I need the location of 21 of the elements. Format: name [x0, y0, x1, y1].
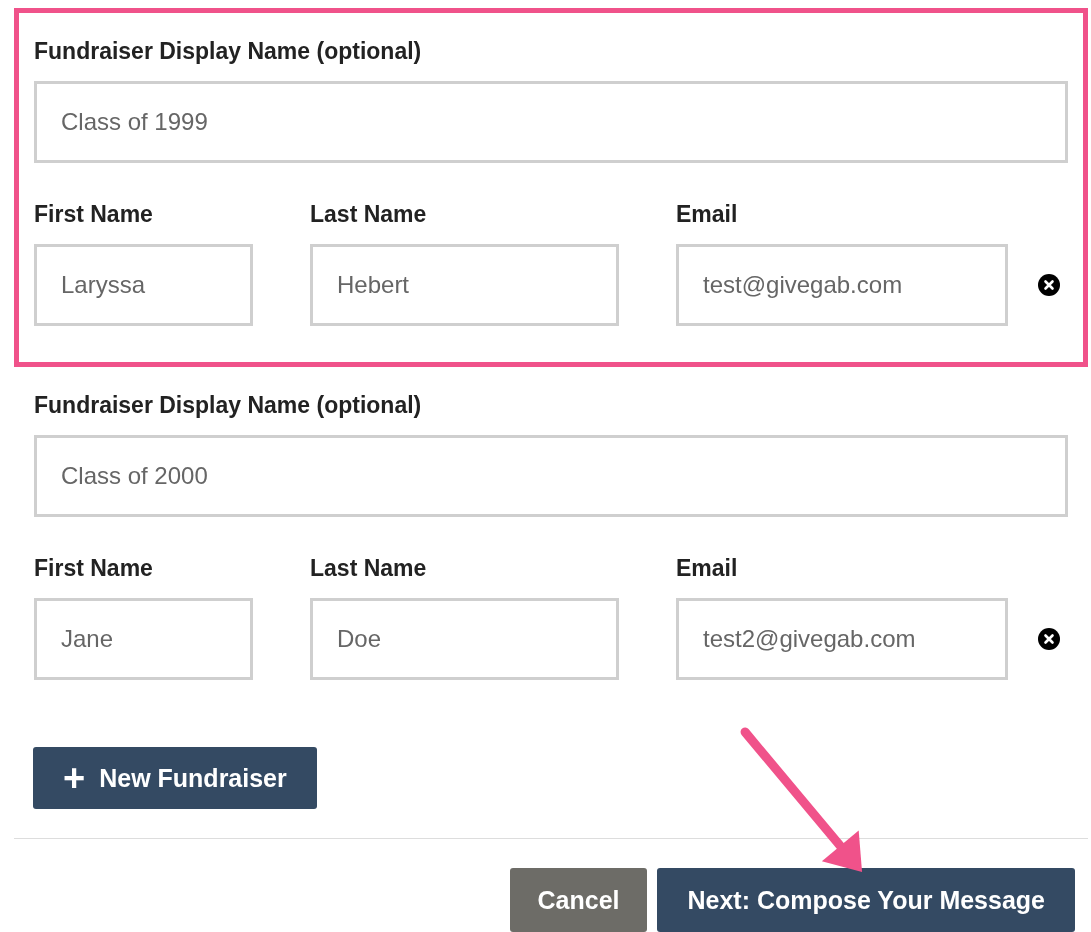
- input-field[interactable]: test@givegab.com: [676, 244, 1008, 326]
- field-label: Fundraiser Display Name (optional): [34, 392, 423, 419]
- cancel-button[interactable]: Cancel: [509, 868, 648, 932]
- input-field[interactable]: Laryssa: [34, 244, 253, 326]
- field-label: First Name: [34, 555, 154, 582]
- field-label: First Name: [34, 201, 154, 228]
- input-field[interactable]: Class of 1999: [34, 81, 1068, 163]
- field-label: Last Name: [310, 201, 428, 228]
- field-label: Last Name: [310, 555, 428, 582]
- input-field[interactable]: Doe: [310, 598, 619, 680]
- input-field[interactable]: test2@givegab.com: [676, 598, 1008, 680]
- remove-icon[interactable]: [1038, 628, 1060, 650]
- next-button[interactable]: Next: Compose Your Message: [657, 868, 1075, 932]
- new-fundraiser-button[interactable]: + New Fundraiser: [33, 747, 317, 809]
- remove-icon[interactable]: [1038, 274, 1060, 296]
- input-field[interactable]: Hebert: [310, 244, 619, 326]
- field-label: Fundraiser Display Name (optional): [34, 38, 423, 65]
- field-label: Email: [676, 555, 739, 582]
- field-label: Email: [676, 201, 739, 228]
- input-field[interactable]: Jane: [34, 598, 253, 680]
- input-field[interactable]: Class of 2000: [34, 435, 1068, 517]
